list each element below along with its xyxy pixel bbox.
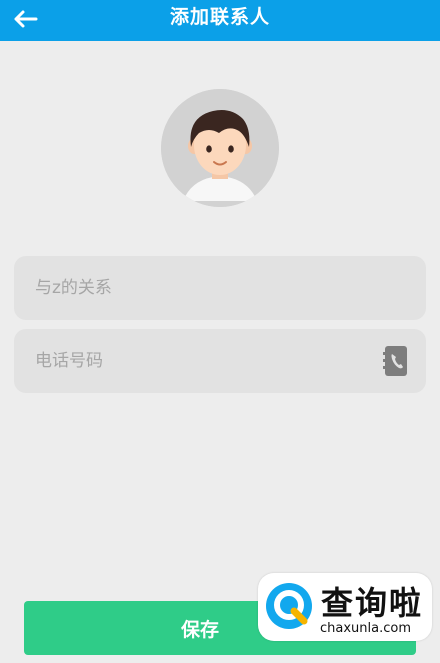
arrow-left-icon (14, 10, 38, 28)
avatar-boy-icon (161, 89, 279, 207)
app-header: 添加联系人 (0, 0, 440, 41)
avatar[interactable] (161, 89, 279, 207)
contact-book-button[interactable] (383, 345, 409, 377)
watermark-logo: 查询啦 chaxunla.com (258, 573, 432, 641)
page-title: 添加联系人 (169, 6, 270, 28)
back-button[interactable] (8, 4, 42, 34)
relation-input[interactable] (35, 278, 365, 298)
contact-book-phone-icon (383, 346, 407, 376)
phone-field[interactable] (14, 329, 426, 393)
search-q-logo-icon (266, 583, 312, 629)
phone-input[interactable] (35, 351, 365, 371)
watermark-url: chaxunla.com (320, 621, 411, 636)
relation-field[interactable] (14, 256, 426, 320)
watermark-name: 查询啦 (321, 584, 424, 622)
